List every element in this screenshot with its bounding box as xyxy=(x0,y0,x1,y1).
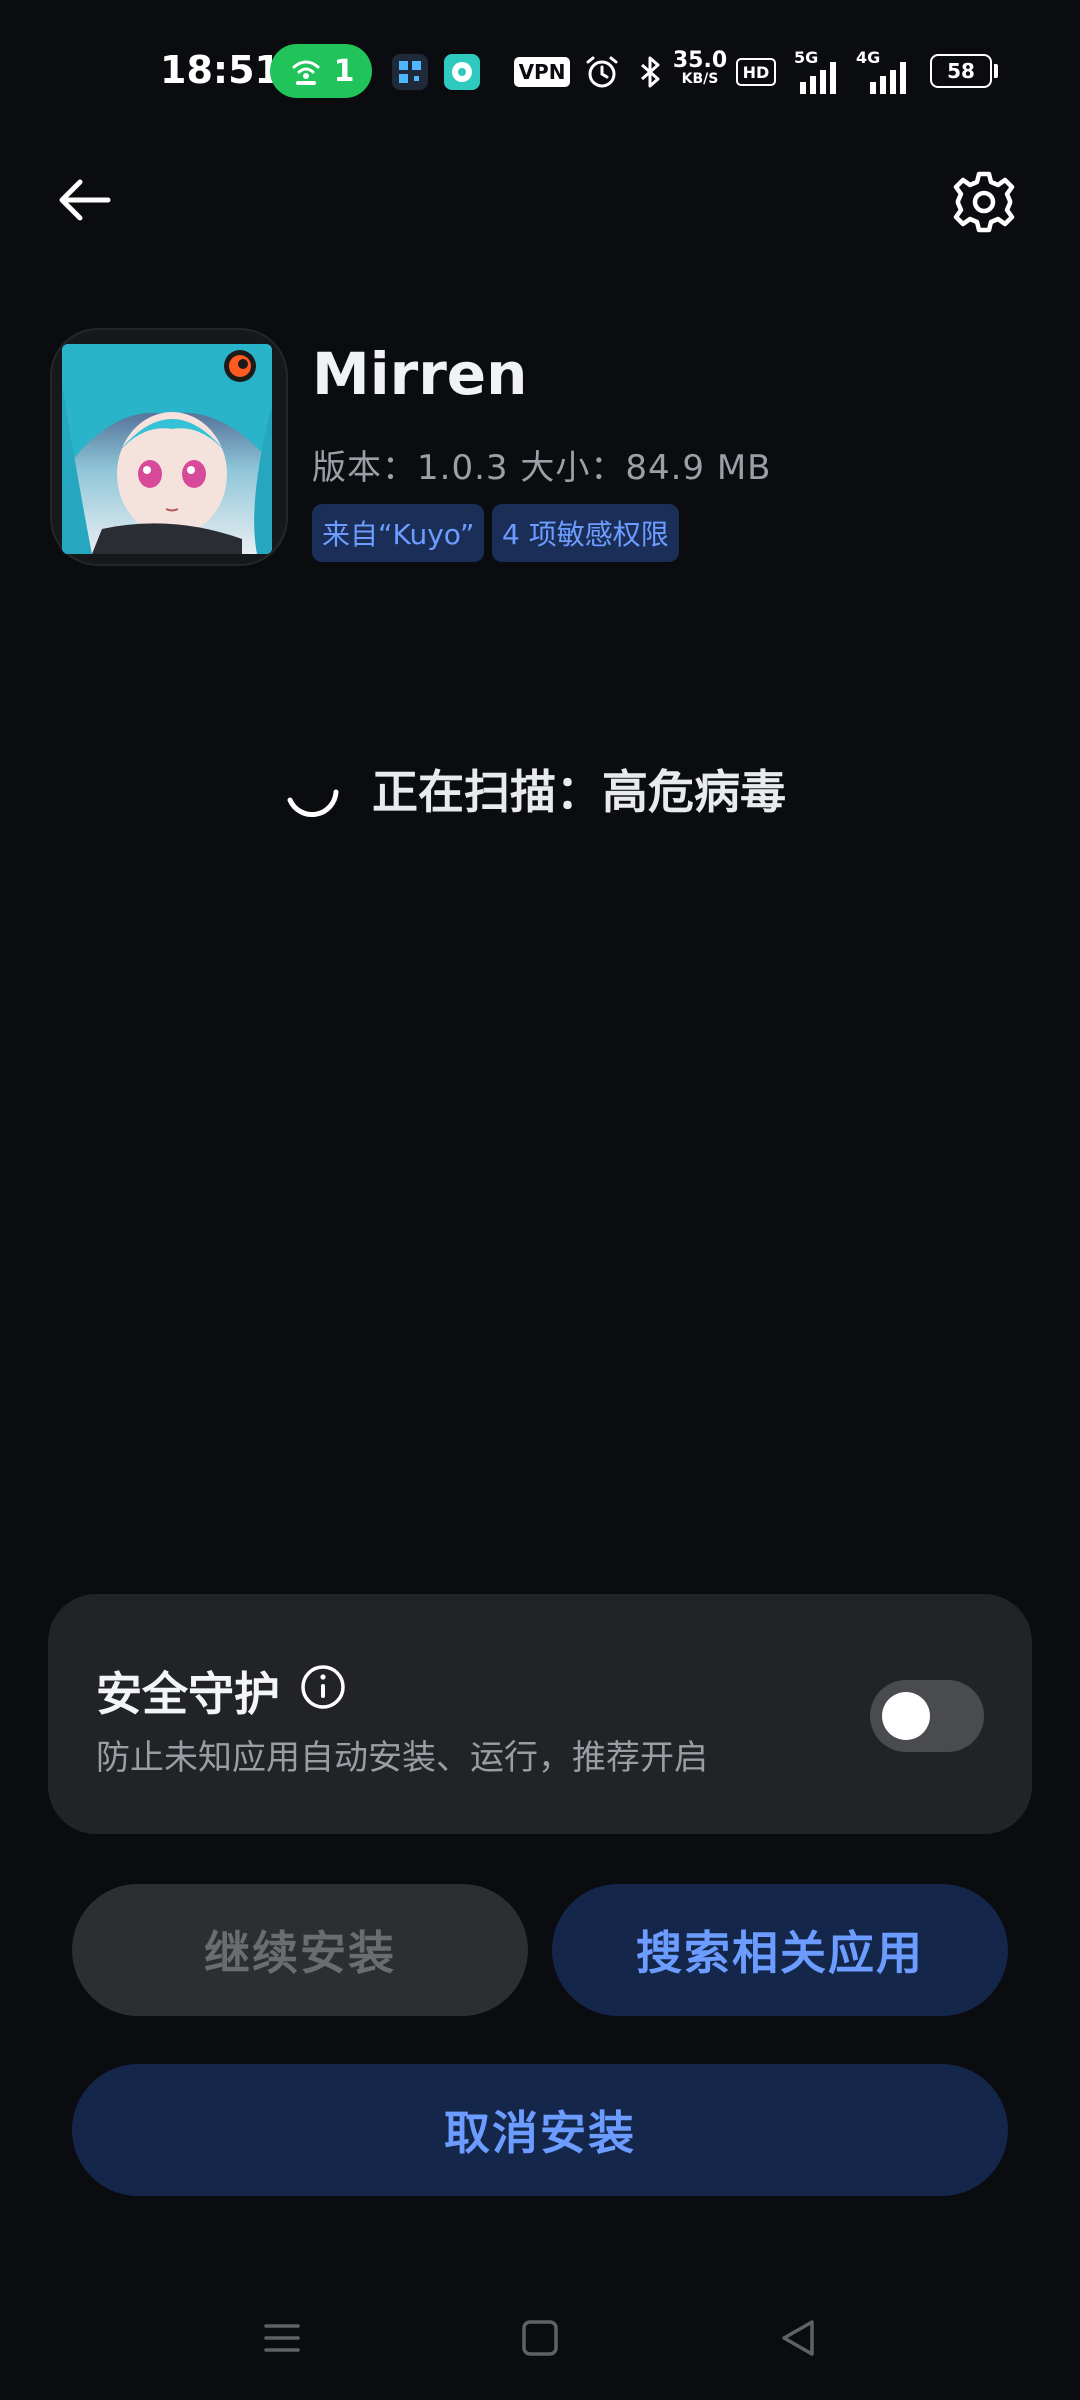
loading-spinner-icon xyxy=(287,789,339,818)
info-icon[interactable] xyxy=(300,1664,346,1710)
chat-app-icon xyxy=(444,54,480,90)
alarm-icon xyxy=(586,56,618,88)
app-name: Mirren xyxy=(312,340,528,408)
hd-icon: HD xyxy=(736,58,776,86)
signal-5g-icon: 5G xyxy=(794,48,844,94)
cancel-install-button[interactable]: 取消安装 xyxy=(72,2064,1008,2196)
source-tag[interactable]: 来自“Kuyo” xyxy=(312,504,485,562)
bluetooth-icon xyxy=(641,56,660,88)
search-related-apps-button[interactable]: 搜索相关应用 xyxy=(552,1884,1008,2016)
menu-icon[interactable] xyxy=(254,2310,310,2366)
scan-status: 正在扫描：高危病毒 xyxy=(372,765,786,819)
qr-app-icon xyxy=(392,54,428,90)
home-icon[interactable] xyxy=(512,2310,568,2366)
back-icon[interactable] xyxy=(770,2310,826,2366)
security-description: 防止未知应用自动安装、运行，推荐开启 xyxy=(96,1738,708,1778)
app-version-size: 版本：1.0.3 大小：84.9 MB xyxy=(312,448,772,488)
battery-level: 58 xyxy=(947,59,975,83)
signal-4g-icon: 4G xyxy=(856,48,916,94)
battery-icon: 58 xyxy=(930,54,992,88)
continue-install-button[interactable]: 继续安装 xyxy=(72,1884,528,2016)
hotspot-count: 1 xyxy=(333,53,355,89)
network-speed: 35.0 KB/S xyxy=(672,48,728,87)
arrow-left-icon[interactable] xyxy=(50,168,120,238)
permissions-tag[interactable]: 4 项敏感权限 xyxy=(492,504,679,562)
gear-icon[interactable] xyxy=(948,166,1020,238)
battery-tip xyxy=(994,64,998,78)
app-icon xyxy=(62,344,272,554)
status-time: 18:51 xyxy=(160,48,281,92)
security-title: 安全守护 xyxy=(96,1667,280,1721)
security-toggle[interactable] xyxy=(870,1680,984,1752)
status-bar: 18:51 1 VPN 35.0 KB/S HD 5G 4G 58 xyxy=(0,0,1080,140)
hotspot-pill[interactable]: 1 xyxy=(270,44,372,98)
speed-value: 35.0 xyxy=(672,48,728,73)
speed-unit: KB/S xyxy=(681,71,719,87)
vpn-icon: VPN xyxy=(514,57,570,87)
hotspot-icon xyxy=(292,60,320,85)
toggle-knob xyxy=(882,1692,930,1740)
